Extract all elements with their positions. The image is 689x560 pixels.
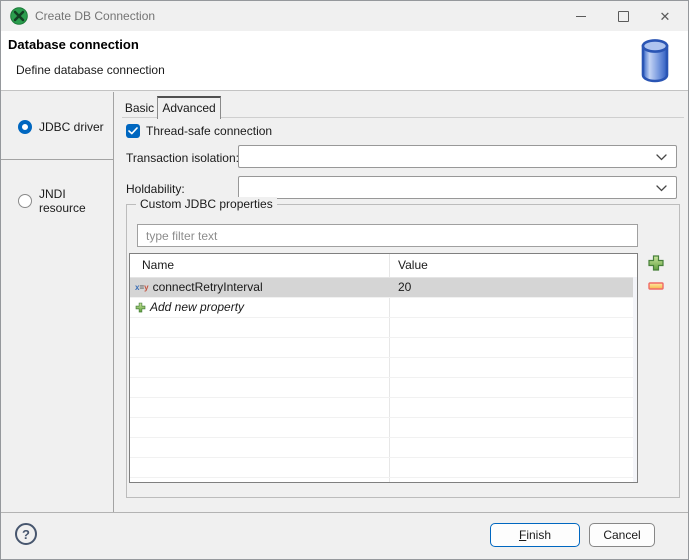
table-row-empty[interactable] xyxy=(130,438,637,458)
group-title: Custom JDBC properties xyxy=(136,197,277,211)
finish-button[interactable]: Finish xyxy=(490,523,580,547)
holdability-label: Holdability: xyxy=(126,182,185,196)
tab-basic[interactable]: Basic xyxy=(122,99,157,118)
table-row-empty[interactable] xyxy=(130,338,637,358)
dialog-header: Database connection Define database conn… xyxy=(1,31,688,91)
property-name-cell: x = y connectRetryInterval xyxy=(130,278,263,297)
title-bar: Create DB Connection ✕ xyxy=(1,1,688,31)
table-row-empty[interactable] xyxy=(130,458,637,478)
thread-safe-row: Thread-safe connection xyxy=(126,124,272,138)
add-property-cell: Add new property xyxy=(130,298,244,317)
cancel-button[interactable]: Cancel xyxy=(589,523,655,547)
footer-divider xyxy=(1,512,688,513)
radio-jndi-resource[interactable]: JNDI resource xyxy=(18,187,113,215)
column-header-value[interactable]: Value xyxy=(398,254,428,277)
table-row-empty[interactable] xyxy=(130,358,637,378)
sidebar-divider xyxy=(1,159,114,160)
filter-input[interactable] xyxy=(137,224,638,247)
window-title: Create DB Connection xyxy=(35,9,156,23)
window-controls: ✕ xyxy=(560,1,686,31)
database-icon xyxy=(641,39,669,83)
app-logo-icon xyxy=(10,7,28,25)
help-button[interactable]: ? xyxy=(15,523,37,545)
add-property-label: Add new property xyxy=(150,300,245,314)
properties-table: Name Value x=y connectRetryInterval 20 xyxy=(129,253,638,483)
close-icon[interactable]: ✕ xyxy=(644,1,686,31)
add-plus-icon xyxy=(135,302,146,313)
table-row-empty[interactable] xyxy=(130,418,637,438)
radio-label: JNDI resource xyxy=(39,187,86,215)
remove-property-button[interactable] xyxy=(648,281,664,291)
radio-selected-icon xyxy=(18,120,32,134)
table-row-empty[interactable] xyxy=(130,318,637,338)
property-name: connectRetryInterval xyxy=(152,280,263,294)
add-property-button[interactable] xyxy=(648,255,664,271)
table-row-empty[interactable] xyxy=(130,398,637,418)
thread-safe-checkbox[interactable] xyxy=(126,124,140,138)
tab-advanced[interactable]: Advanced xyxy=(157,96,221,119)
table-empty-rows xyxy=(130,318,637,482)
radio-unselected-icon xyxy=(18,194,32,208)
connection-type-sidebar: JDBC driver JNDI resource xyxy=(1,92,114,512)
radio-jdbc-driver[interactable]: JDBC driver xyxy=(18,120,104,134)
custom-jdbc-properties-group: Custom JDBC properties Name Value x=y co… xyxy=(126,197,680,498)
page-subtitle: Define database connection xyxy=(16,63,165,77)
chevron-down-icon xyxy=(656,185,667,192)
create-db-connection-dialog: Create DB Connection ✕ Database connecti… xyxy=(0,0,689,560)
chevron-down-icon xyxy=(656,154,667,161)
table-row-add-new-property[interactable]: Add new property xyxy=(130,298,637,318)
transaction-isolation-label: Transaction isolation: xyxy=(126,151,239,165)
variable-icon: x = y xyxy=(135,282,149,292)
property-value-cell[interactable]: 20 xyxy=(398,278,411,297)
table-row-empty[interactable] xyxy=(130,378,637,398)
radio-label: JDBC driver xyxy=(39,120,104,134)
holdability-select[interactable] xyxy=(238,176,677,199)
transaction-isolation-select[interactable] xyxy=(238,145,677,168)
check-icon xyxy=(128,127,138,135)
table-header: Name Value xyxy=(130,254,637,278)
column-header-name[interactable]: Name xyxy=(142,254,174,277)
question-mark-icon: ? xyxy=(22,526,30,542)
table-row-empty[interactable] xyxy=(130,478,637,482)
minimize-icon[interactable] xyxy=(560,1,602,31)
vertical-scrollbar[interactable] xyxy=(633,277,637,482)
maximize-icon[interactable] xyxy=(602,1,644,31)
page-title: Database connection xyxy=(8,37,139,52)
thread-safe-label[interactable]: Thread-safe connection xyxy=(146,124,272,138)
table-row-connectretryinterval[interactable]: x = y connectRetryInterval 20 xyxy=(130,278,637,298)
